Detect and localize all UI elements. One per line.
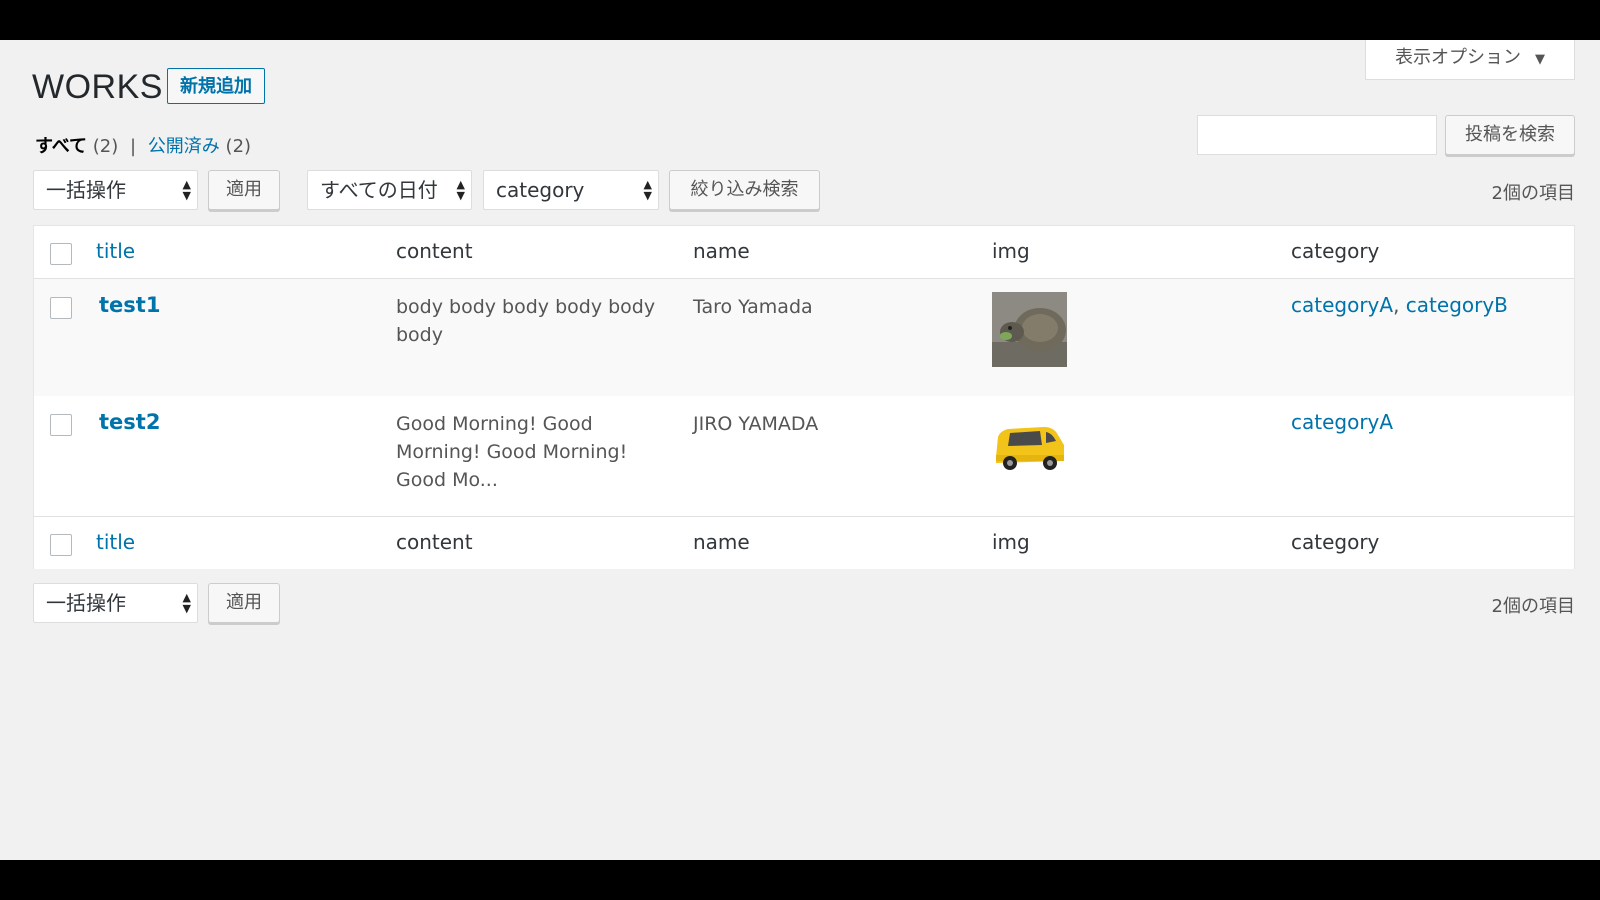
select-arrows-icon: ▲ ▼ <box>182 178 191 202</box>
view-published-link[interactable]: 公開済み <box>148 136 220 157</box>
view-all-count: (2) <box>92 136 119 157</box>
search-input[interactable] <box>1197 115 1437 155</box>
search-posts-button[interactable]: 投稿を検索 <box>1445 115 1575 155</box>
column-title-footer[interactable]: title <box>96 530 135 554</box>
apply-button[interactable]: 適用 <box>208 170 280 210</box>
row-title-link[interactable]: test2 <box>99 410 160 434</box>
category-link[interactable]: categoryA <box>1291 293 1393 317</box>
row-categories: categoryA, categoryB <box>1291 293 1508 317</box>
column-category-footer: category <box>1291 530 1380 554</box>
select-arrows-icon: ▲ ▼ <box>456 178 465 202</box>
category-link[interactable]: categoryA <box>1291 410 1393 434</box>
status-filter-links: すべて (2) | 公開済み (2) <box>35 132 251 158</box>
column-content-header: content <box>396 239 473 263</box>
triangle-down-icon: ▼ <box>1535 52 1545 67</box>
bulk-action-value: 一括操作 <box>46 591 126 615</box>
item-count: 2個の項目 <box>1491 183 1575 204</box>
apply-button-bottom[interactable]: 適用 <box>208 583 280 623</box>
tortoise-thumbnail[interactable] <box>992 292 1067 367</box>
date-filter-select[interactable]: すべての日付 ▲ ▼ <box>307 170 472 210</box>
row-categories: categoryA <box>1291 410 1393 434</box>
row-content: body body body body body body <box>396 296 656 346</box>
view-published-count: (2) <box>225 136 252 157</box>
row-name: Taro Yamada <box>693 296 813 318</box>
column-title-header[interactable]: title <box>96 239 135 263</box>
table-row: test2 Good Morning! Good Morning! Good M… <box>34 396 1574 513</box>
date-filter-value: すべての日付 <box>320 178 438 202</box>
posts-table: title content name img category test1 bo… <box>33 225 1575 569</box>
column-name-footer: name <box>693 530 750 554</box>
row-checkbox[interactable] <box>50 297 72 319</box>
column-img-footer: img <box>992 530 1030 554</box>
filter-button[interactable]: 絞り込み検索 <box>669 170 820 210</box>
bulk-action-value: 一括操作 <box>46 178 126 202</box>
select-arrows-icon: ▲ ▼ <box>643 178 652 202</box>
bulk-action-select-bottom[interactable]: 一括操作 ▲ ▼ <box>33 583 198 623</box>
table-header: title content name img category <box>34 226 1574 279</box>
admin-screen: WORKS 新規追加 表示オプション ▼ すべて (2) | 公開済み (2) 投… <box>0 40 1600 860</box>
add-new-button[interactable]: 新規追加 <box>167 68 265 104</box>
select-all-checkbox[interactable] <box>50 534 72 556</box>
row-content: Good Morning! Good Morning! Good Morning… <box>396 413 628 491</box>
view-all-link[interactable]: すべて <box>35 136 87 157</box>
category-filter-value: category <box>496 178 585 202</box>
row-checkbox[interactable] <box>50 414 72 436</box>
item-count-bottom: 2個の項目 <box>1491 596 1575 617</box>
column-category-header: category <box>1291 239 1380 263</box>
screen-options-label: 表示オプション <box>1395 47 1521 68</box>
table-row: test1 body body body body body body Taro… <box>34 279 1574 396</box>
bulk-action-select[interactable]: 一括操作 ▲ ▼ <box>33 170 198 210</box>
row-name: JIRO YAMADA <box>693 413 819 435</box>
yellow-car-thumbnail[interactable] <box>992 409 1067 484</box>
table-footer: title content name img category <box>34 516 1574 569</box>
select-all-checkbox[interactable] <box>50 243 72 265</box>
select-arrows-icon: ▲ ▼ <box>182 591 191 615</box>
view-separator: | <box>130 136 137 157</box>
screen-options-tab[interactable]: 表示オプション ▼ <box>1365 40 1575 80</box>
row-title-link[interactable]: test1 <box>99 293 160 317</box>
category-filter-select[interactable]: category ▲ ▼ <box>483 170 659 210</box>
category-link[interactable]: categoryB <box>1406 293 1508 317</box>
column-name-header: name <box>693 239 750 263</box>
column-content-footer: content <box>396 530 473 554</box>
column-img-header: img <box>992 239 1030 263</box>
page-title: WORKS <box>32 68 163 106</box>
